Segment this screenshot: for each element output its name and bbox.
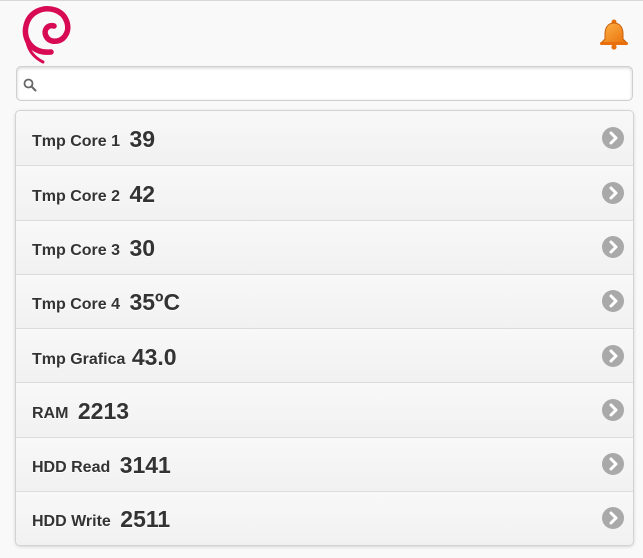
chevron-right-icon — [602, 453, 624, 476]
list-item-label: Tmp Grafica — [32, 350, 126, 368]
list-item-value: 3141 — [119, 452, 171, 479]
list-item-text: RAM 2213 — [32, 398, 129, 425]
list-item-text: Tmp Core 3 30 — [32, 235, 155, 262]
chevron-right-icon — [602, 507, 624, 530]
debian-swirl-icon — [22, 6, 71, 64]
list-item-label: Tmp Core 3 — [32, 242, 121, 260]
list-item-value: 2511 — [120, 506, 171, 533]
chevron-right-icon — [602, 127, 624, 150]
list-item-value: 35ºC — [129, 289, 181, 316]
list-item-value: 42 — [129, 180, 156, 207]
chevron-right-icon — [602, 181, 624, 204]
list-item-text: Tmp Core 1 39 — [32, 126, 155, 153]
list-item-ram[interactable]: RAM 2213 — [16, 382, 633, 437]
list-item-label: Tmp Core 2 — [32, 187, 121, 205]
search-box[interactable] — [16, 66, 633, 101]
list-item-label: Tmp Core 4 — [32, 296, 121, 314]
list-item-value: 30 — [129, 235, 156, 262]
list-item-label: Tmp Core 1 — [32, 133, 121, 151]
list-item-text: Tmp Core 4 35ºC — [32, 289, 180, 316]
list-item-label: HDD Write — [32, 513, 111, 531]
list-item-label: RAM — [32, 404, 69, 422]
list-item-text: Tmp Grafica 43.0 — [32, 344, 177, 371]
list-item-tmp-core-1[interactable]: Tmp Core 1 39 — [16, 111, 633, 166]
list-item-hdd-read[interactable]: HDD Read 3141 — [16, 436, 633, 491]
header — [0, 1, 643, 65]
list-item-text: HDD Write 2511 — [32, 506, 170, 533]
list-item-tmp-core-3[interactable]: Tmp Core 3 30 — [16, 219, 633, 274]
search-icon — [23, 78, 37, 92]
chevron-right-icon — [602, 398, 624, 421]
list-item-value: 43.0 — [131, 343, 177, 370]
list-item-tmp-core-4[interactable]: Tmp Core 4 35ºC — [16, 273, 633, 328]
chevron-right-icon — [602, 290, 624, 313]
list-item-hdd-write[interactable]: HDD Write 2511 — [16, 490, 633, 545]
bell-icon[interactable] — [598, 18, 630, 50]
list-item-value: 2213 — [77, 397, 130, 424]
sensor-list: Tmp Core 1 39 Tmp Core 2 42 Tmp Core 3 3… — [15, 110, 634, 546]
search-input[interactable] — [43, 71, 623, 96]
list-item-label: HDD Read — [32, 459, 111, 477]
list-item-text: Tmp Core 2 42 — [32, 181, 155, 208]
chevron-right-icon — [602, 344, 624, 367]
list-item-tmp-core-2[interactable]: Tmp Core 2 42 — [16, 165, 633, 220]
chevron-right-icon — [602, 236, 624, 259]
list-item-tmp-grafica[interactable]: Tmp Grafica 43.0 — [16, 328, 633, 383]
list-item-text: HDD Read 3141 — [32, 452, 171, 479]
list-item-value: 39 — [129, 126, 156, 153]
